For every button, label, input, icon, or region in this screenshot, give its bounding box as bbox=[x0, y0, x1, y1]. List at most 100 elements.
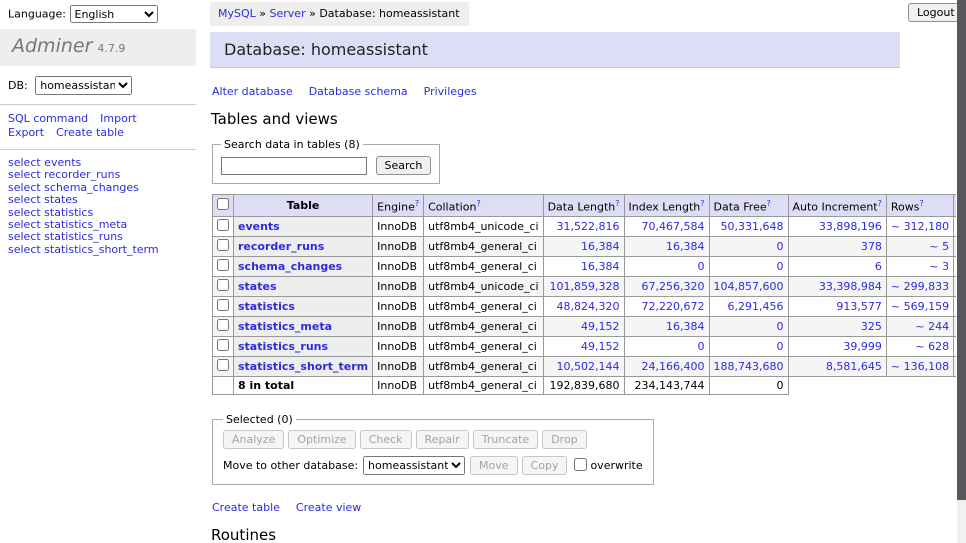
sidebar-item-select-states[interactable]: select states bbox=[8, 193, 78, 206]
row-checkbox[interactable] bbox=[217, 219, 229, 231]
sidebar-item-select-schema-changes[interactable]: select schema_changes bbox=[8, 181, 139, 194]
sidebar-item-select-statistics[interactable]: select statistics bbox=[8, 206, 93, 219]
data-length-link[interactable]: 16,384 bbox=[581, 240, 620, 253]
table-name-link[interactable]: schema_changes bbox=[238, 260, 342, 273]
column-help-link[interactable]: ? bbox=[878, 199, 882, 208]
table-name-link[interactable]: recorder_runs bbox=[238, 240, 324, 253]
column-help-link[interactable]: ? bbox=[767, 199, 771, 208]
rows-link[interactable]: ~ 299,833 bbox=[891, 280, 949, 293]
sidebar-item-select-statistics-short-term[interactable]: select statistics_short_term bbox=[8, 243, 159, 256]
table-name-link[interactable]: statistics_meta bbox=[238, 320, 332, 333]
auto-increment-link[interactable]: 33,398,984 bbox=[819, 280, 882, 293]
repair-button[interactable]: Repair bbox=[416, 430, 469, 449]
row-checkbox[interactable] bbox=[217, 239, 229, 251]
copy-button[interactable]: Copy bbox=[522, 456, 568, 475]
table-name-link[interactable]: states bbox=[238, 280, 277, 293]
privileges-link[interactable]: Privileges bbox=[424, 85, 477, 98]
rows-link[interactable]: ~ 5 bbox=[929, 240, 949, 253]
auto-increment-link[interactable]: 33,898,196 bbox=[819, 220, 882, 233]
index-length-link[interactable]: 72,220,672 bbox=[642, 300, 705, 313]
row-checkbox[interactable] bbox=[217, 359, 229, 371]
rows-link[interactable]: ~ 628 bbox=[915, 340, 949, 353]
row-checkbox[interactable] bbox=[217, 279, 229, 291]
rows-link[interactable]: ~ 569,159 bbox=[891, 300, 949, 313]
data-free-link[interactable]: 104,857,600 bbox=[714, 280, 784, 293]
sidebar-item-select-recorder-runs[interactable]: select recorder_runs bbox=[8, 168, 120, 181]
auto-increment-link[interactable]: 913,577 bbox=[836, 300, 882, 313]
data-length-link[interactable]: 49,152 bbox=[581, 320, 620, 333]
table-name-link[interactable]: events bbox=[238, 220, 280, 233]
column-help-link[interactable]: ? bbox=[615, 199, 619, 208]
sidebar-sql-command-link[interactable]: SQL command bbox=[8, 112, 88, 125]
sidebar-create-table-link[interactable]: Create table bbox=[56, 126, 124, 139]
sidebar-item-select-events[interactable]: select events bbox=[8, 156, 81, 169]
table-name-link[interactable]: statistics_short_term bbox=[238, 360, 368, 373]
table-name-link[interactable]: statistics bbox=[238, 300, 295, 313]
app-name-link[interactable]: Adminer bbox=[12, 35, 92, 57]
column-help-link[interactable]: ? bbox=[476, 199, 480, 208]
column-help-link[interactable]: ? bbox=[919, 199, 923, 208]
search-input[interactable] bbox=[221, 157, 367, 175]
rows-link[interactable]: ~ 3 bbox=[929, 260, 949, 273]
auto-increment-link[interactable]: 325 bbox=[861, 320, 882, 333]
create-table-link[interactable]: Create table bbox=[212, 501, 280, 514]
row-checkbox[interactable] bbox=[217, 299, 229, 311]
create-view-link[interactable]: Create view bbox=[296, 501, 361, 514]
auto-increment-link[interactable]: 6 bbox=[875, 260, 882, 273]
move-button[interactable]: Move bbox=[470, 456, 518, 475]
analyze-button[interactable]: Analyze bbox=[223, 430, 284, 449]
index-length-link[interactable]: 0 bbox=[698, 260, 705, 273]
rows-link[interactable]: ~ 244 bbox=[915, 320, 949, 333]
row-checkbox[interactable] bbox=[217, 319, 229, 331]
row-checkbox[interactable] bbox=[217, 339, 229, 351]
select-all-checkbox[interactable] bbox=[217, 198, 229, 210]
data-length-link[interactable]: 48,824,320 bbox=[557, 300, 620, 313]
sidebar-import-link[interactable]: Import bbox=[100, 112, 137, 125]
table-name-link[interactable]: statistics_runs bbox=[238, 340, 328, 353]
optimize-button[interactable]: Optimize bbox=[288, 430, 355, 449]
check-button[interactable]: Check bbox=[360, 430, 412, 449]
auto-increment-link[interactable]: 378 bbox=[861, 240, 882, 253]
alter-database-link[interactable]: Alter database bbox=[212, 85, 293, 98]
data-free-link[interactable]: 0 bbox=[777, 260, 784, 273]
column-help-link[interactable]: ? bbox=[700, 199, 704, 208]
rows-link[interactable]: ~ 312,180 bbox=[891, 220, 949, 233]
index-length-link[interactable]: 24,166,400 bbox=[642, 360, 705, 373]
sidebar-item-select-statistics-runs[interactable]: select statistics_runs bbox=[8, 230, 123, 243]
breadcrumb-mysql-link[interactable]: MySQL bbox=[218, 7, 256, 20]
index-length-link[interactable]: 16,384 bbox=[666, 320, 705, 333]
data-free-link[interactable]: 0 bbox=[777, 320, 784, 333]
data-length-link[interactable]: 49,152 bbox=[581, 340, 620, 353]
auto-increment-link[interactable]: 39,999 bbox=[843, 340, 882, 353]
data-length-link[interactable]: 16,384 bbox=[581, 260, 620, 273]
truncate-button[interactable]: Truncate bbox=[473, 430, 538, 449]
data-length-link[interactable]: 101,859,328 bbox=[550, 280, 620, 293]
index-length-link[interactable]: 67,256,320 bbox=[642, 280, 705, 293]
data-length-link[interactable]: 31,522,816 bbox=[557, 220, 620, 233]
search-button[interactable]: Search bbox=[376, 156, 432, 175]
data-free-link[interactable]: 0 bbox=[777, 340, 784, 353]
column-help-link[interactable]: ? bbox=[415, 199, 419, 208]
data-length-link[interactable]: 10,502,144 bbox=[557, 360, 620, 373]
data-free-link[interactable]: 50,331,648 bbox=[721, 220, 784, 233]
language-select[interactable]: English bbox=[70, 5, 158, 23]
index-length-link[interactable]: 16,384 bbox=[666, 240, 705, 253]
rows-link[interactable]: ~ 136,108 bbox=[891, 360, 949, 373]
data-free-link[interactable]: 0 bbox=[777, 240, 784, 253]
database-schema-link[interactable]: Database schema bbox=[309, 85, 408, 98]
auto-increment-link[interactable]: 8,581,645 bbox=[826, 360, 882, 373]
move-database-select[interactable]: homeassistant bbox=[363, 456, 465, 475]
data-free-link[interactable]: 188,743,680 bbox=[714, 360, 784, 373]
row-checkbox[interactable] bbox=[217, 259, 229, 271]
sidebar-item-select-statistics-meta[interactable]: select statistics_meta bbox=[8, 218, 127, 231]
index-length-link[interactable]: 0 bbox=[698, 340, 705, 353]
overwrite-checkbox[interactable] bbox=[574, 458, 587, 471]
data-free-link[interactable]: 6,291,456 bbox=[728, 300, 784, 313]
sidebar-export-link[interactable]: Export bbox=[8, 126, 44, 139]
db-select[interactable]: homeassistant bbox=[35, 76, 132, 95]
selected-fieldset: Selected (0) AnalyzeOptimizeCheckRepairT… bbox=[212, 413, 654, 485]
breadcrumb-server-link[interactable]: Server bbox=[270, 7, 306, 20]
index-length-link[interactable]: 70,467,584 bbox=[642, 220, 705, 233]
drop-button[interactable]: Drop bbox=[542, 430, 586, 449]
vertical-scrollbar-thumb[interactable] bbox=[957, 0, 966, 500]
